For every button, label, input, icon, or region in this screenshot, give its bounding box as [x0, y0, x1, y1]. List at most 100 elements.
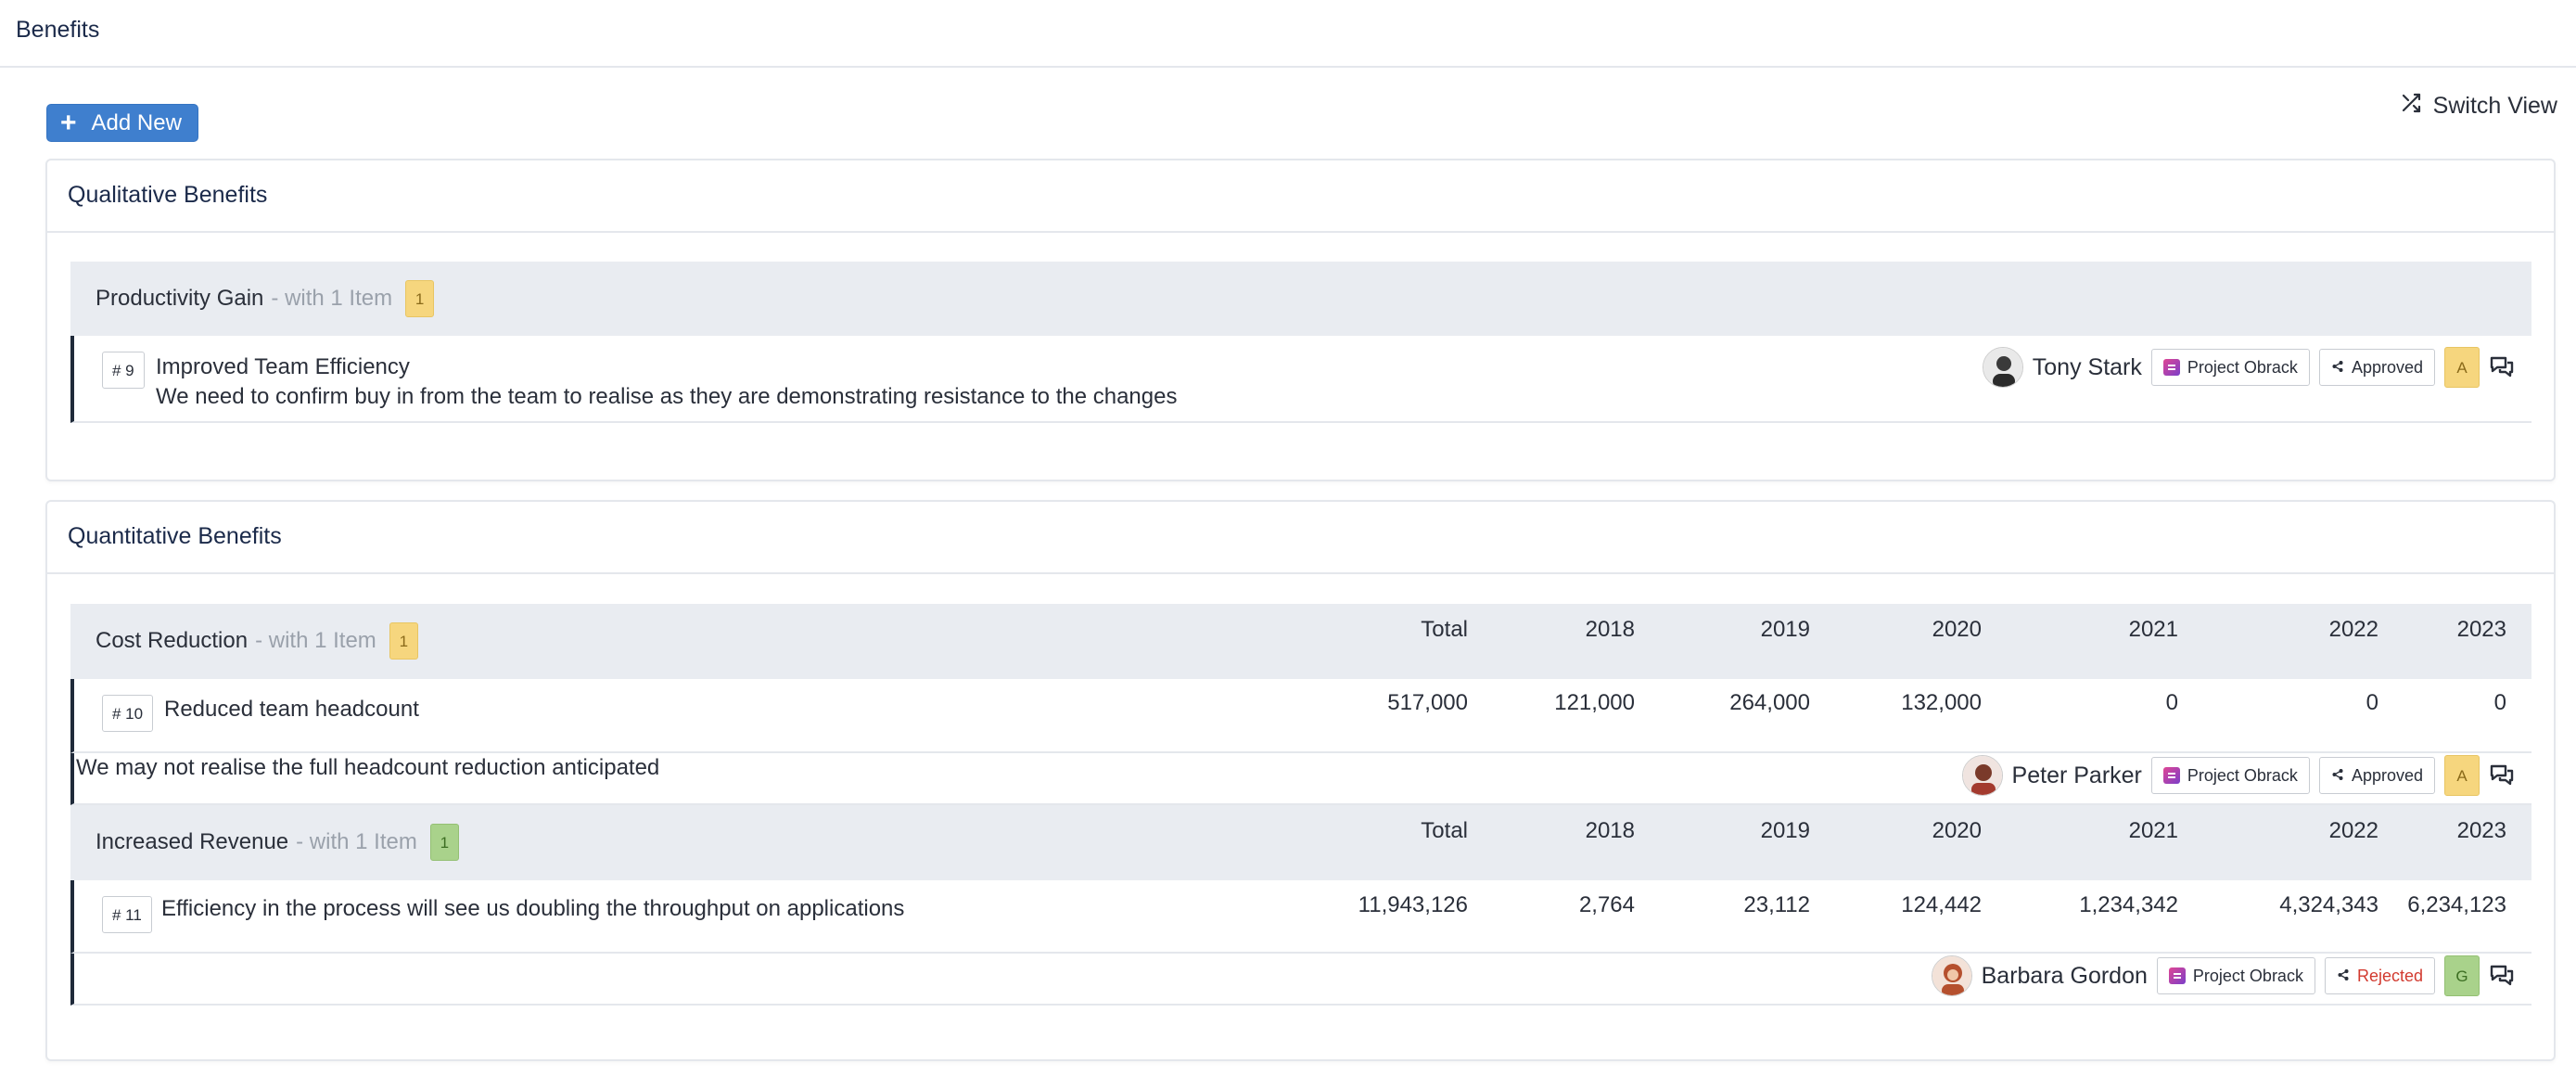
benefit-detail-row-11: Barbara Gordon Project Obrack Rejected G — [70, 954, 2531, 1006]
column-header-total: Total — [1421, 617, 1468, 642]
column-header-2019: 2019 — [1760, 818, 1810, 843]
comments-icon[interactable] — [2489, 355, 2515, 379]
group-label: Cost Reduction - with 1 Item 1 — [96, 622, 418, 660]
value-2022: 4,324,343 — [2279, 892, 2378, 917]
shuffle-icon — [2400, 92, 2422, 121]
add-new-button[interactable]: + Add New — [46, 104, 198, 142]
project-icon — [2168, 967, 2186, 984]
item-id-tag: # 11 — [102, 896, 152, 933]
project-name: Project Obrack — [2187, 357, 2298, 377]
group-name: Cost Reduction — [96, 628, 249, 653]
group-count-text: - with 1 Item — [271, 286, 393, 311]
status-label: Approved — [2351, 357, 2423, 377]
column-header-2021: 2021 — [2128, 818, 2178, 843]
column-header-2021: 2021 — [2128, 617, 2178, 642]
value-2021: 1,234,342 — [2079, 892, 2178, 917]
project-icon — [2162, 767, 2180, 784]
avatar[interactable] — [1961, 755, 2003, 796]
count-badge: 1 — [405, 280, 435, 317]
value-total: 11,943,126 — [1358, 892, 1468, 917]
value-2019: 23,112 — [1743, 892, 1810, 917]
owner-name[interactable]: Barbara Gordon — [1982, 963, 2148, 990]
value-total: 517,000 — [1387, 690, 1468, 715]
value-2023: 6,234,123 — [2407, 892, 2506, 917]
item-id-tag: # 10 — [102, 695, 154, 732]
value-2020: 124,442 — [1901, 892, 1982, 917]
column-header-2020: 2020 — [1932, 818, 1982, 843]
status-label: Approved — [2351, 765, 2423, 785]
comments-icon[interactable] — [2489, 964, 2515, 988]
item-id-tag: # 9 — [102, 352, 145, 389]
card-title: Qualitative Benefits — [68, 182, 268, 208]
value-2020: 132,000 — [1901, 690, 1982, 715]
column-header-2023: 2023 — [2456, 818, 2506, 843]
count-badge: 1 — [389, 622, 418, 660]
column-header-2022: 2022 — [2328, 617, 2378, 642]
benefit-row-10[interactable]: # 10 Reduced team headcount 517,000 121,… — [70, 679, 2531, 753]
status-chip[interactable]: Approved — [2318, 757, 2435, 794]
share-icon — [2337, 967, 2350, 986]
item-meta: Peter Parker Project Obrack Approved A — [1961, 755, 2515, 796]
column-header-2019: 2019 — [1760, 617, 1810, 642]
card-divider — [47, 231, 2554, 233]
add-new-label: Add New — [91, 109, 182, 135]
switch-view-button[interactable]: Switch View — [2400, 92, 2557, 121]
card-title: Quantitative Benefits — [68, 523, 282, 549]
avatar[interactable] — [1931, 955, 1972, 996]
project-name: Project Obrack — [2187, 765, 2298, 785]
column-header-2022: 2022 — [2328, 818, 2378, 843]
group-header-cost-reduction[interactable]: Cost Reduction - with 1 Item 1 Total 201… — [70, 604, 2531, 679]
share-icon — [2331, 358, 2344, 378]
column-header-2020: 2020 — [1932, 617, 1982, 642]
benefit-detail-row-10: We may not realise the full headcount re… — [70, 753, 2531, 805]
value-2018: 121,000 — [1554, 690, 1635, 715]
group-count-text: - with 1 Item — [296, 829, 417, 854]
column-header-2018: 2018 — [1585, 617, 1635, 642]
item-description: We need to confirm buy in from the team … — [156, 384, 1178, 409]
status-chip[interactable]: Rejected — [2324, 957, 2435, 994]
switch-view-label: Switch View — [2432, 93, 2557, 119]
value-2023: 0 — [2493, 690, 2506, 715]
owner-name[interactable]: Tony Stark — [2033, 354, 2142, 381]
group-header-increased-revenue[interactable]: Increased Revenue - with 1 Item 1 Total … — [70, 805, 2531, 880]
group-header-productivity-gain[interactable]: Productivity Gain - with 1 Item 1 — [70, 262, 2531, 336]
avatar[interactable] — [1982, 347, 2023, 388]
value-2022: 0 — [2366, 690, 2378, 715]
count-badge: 1 — [429, 824, 459, 861]
benefit-row-11[interactable]: # 11 Efficiency in the process will see … — [70, 880, 2531, 954]
item-meta: Barbara Gordon Project Obrack Rejected G — [1931, 955, 2515, 996]
comments-icon[interactable] — [2489, 763, 2515, 788]
group-label: Productivity Gain - with 1 Item 1 — [96, 280, 435, 317]
item-title[interactable]: Improved Team Efficiency — [156, 354, 410, 380]
rag-status-badge[interactable]: G — [2444, 955, 2480, 996]
item-title[interactable]: Efficiency in the process will see us do… — [161, 896, 904, 922]
group-label: Increased Revenue - with 1 Item 1 — [96, 824, 459, 861]
status-chip[interactable]: Approved — [2318, 349, 2435, 386]
value-2021: 0 — [2165, 690, 2178, 715]
plus-icon: + — [60, 107, 77, 138]
group-name: Increased Revenue — [96, 829, 289, 854]
top-bar: Benefits — [0, 0, 2576, 68]
project-chip[interactable]: Project Obrack — [2156, 957, 2315, 994]
rag-status-badge[interactable]: A — [2444, 347, 2480, 388]
benefit-row-9[interactable]: # 9 Improved Team Efficiency We need to … — [70, 336, 2531, 423]
project-chip[interactable]: Project Obrack — [2150, 349, 2310, 386]
group-name: Productivity Gain — [96, 286, 264, 311]
value-2018: 2,764 — [1578, 892, 1635, 917]
column-header-2018: 2018 — [1585, 818, 1635, 843]
owner-name[interactable]: Peter Parker — [2012, 762, 2142, 789]
item-meta: Tony Stark Project Obrack Approved A — [1982, 347, 2515, 388]
project-name: Project Obrack — [2192, 966, 2303, 985]
rag-status-badge[interactable]: A — [2444, 755, 2480, 796]
project-icon — [2162, 359, 2180, 376]
status-label: Rejected — [2356, 966, 2423, 985]
project-chip[interactable]: Project Obrack — [2150, 757, 2310, 794]
column-header-total: Total — [1421, 818, 1468, 843]
item-title[interactable]: Reduced team headcount — [164, 697, 419, 723]
group-count-text: - with 1 Item — [255, 628, 376, 653]
item-description: We may not realise the full headcount re… — [76, 755, 660, 780]
card-divider — [47, 572, 2554, 574]
share-icon — [2331, 766, 2344, 786]
page-title: Benefits — [16, 17, 100, 43]
value-2019: 264,000 — [1729, 690, 1810, 715]
